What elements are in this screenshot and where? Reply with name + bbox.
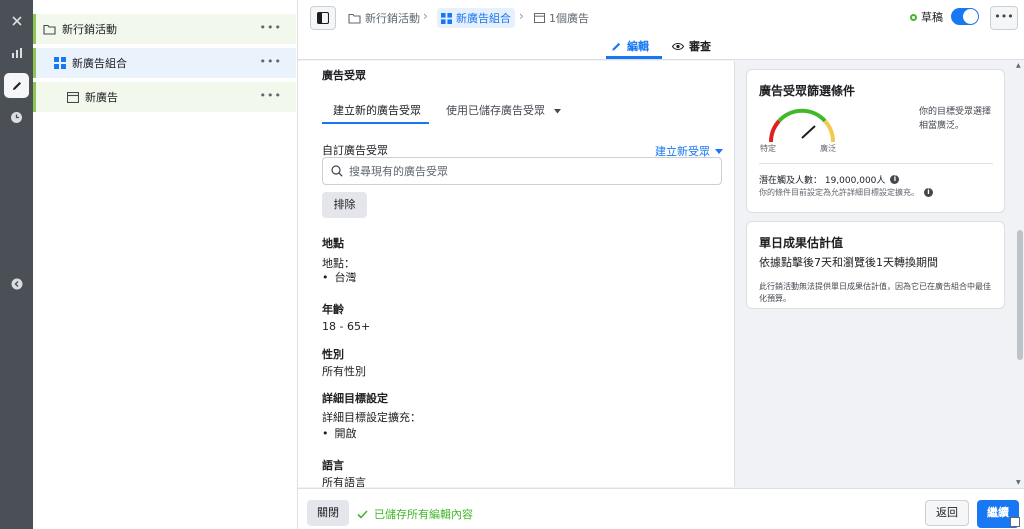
age-heading: 年齡 <box>322 303 344 316</box>
tab-edit[interactable]: 編輯 <box>611 38 649 54</box>
tree-item-campaign[interactable]: 新行銷活動 ••• <box>33 14 296 44</box>
potential-reach-text: 潛在觸及人數： 19,000,000人 <box>759 176 886 186</box>
collapse-chevron-icon[interactable] <box>4 271 29 296</box>
subtab-use-saved[interactable]: 使用已儲存廣告受眾 <box>446 102 561 118</box>
grid-icon <box>441 12 452 24</box>
tree-item-adset[interactable]: 新廣告組合 ••• <box>33 48 296 78</box>
panel-icon <box>317 12 329 24</box>
detailed-targeting-heading: 詳細目標設定 <box>322 392 388 405</box>
more-icon[interactable]: ••• <box>260 90 282 102</box>
reach-note-text: 你的條件目前設定為允許詳細目標設定擴充。 <box>759 188 919 197</box>
top-bar: 新行銷活動 › 新廣告組合 › 1個廣告 草稿 ••• 編輯 審查 <box>298 0 1024 60</box>
estimated-results-title: 單日成果估計值 <box>759 236 844 250</box>
gauge-broad-label: 廣泛 <box>820 144 836 153</box>
more-icon[interactable]: ••• <box>260 22 282 34</box>
ad-icon <box>67 91 79 103</box>
checkmark-icon <box>357 509 368 519</box>
estimated-results-description: 此行銷活動無法提供單日成果估計值，因為它已在廣告組合中最佳化預算。 <box>759 282 991 303</box>
gender-heading: 性別 <box>322 348 344 361</box>
section-title: 廣告受眾 <box>322 69 366 82</box>
breadcrumb-label: 新行銷活動 <box>365 12 420 25</box>
footer-bar: 關閉 已儲存所有編輯內容 返回 繼續 <box>298 488 1024 529</box>
caret-down-icon <box>715 148 723 154</box>
left-rail <box>0 0 33 529</box>
toggle-panel-button[interactable] <box>310 6 336 30</box>
audience-form: 廣告受眾 建立新的廣告受眾 使用已儲存廣告受眾 自訂廣告受眾 建立新受眾 排除 … <box>298 61 735 487</box>
save-status-text: 已儲存所有編輯內容 <box>374 508 473 521</box>
pencil-icon <box>612 42 621 51</box>
more-options-button[interactable]: ••• <box>990 6 1018 30</box>
audience-search-input[interactable] <box>349 164 709 178</box>
close-icon[interactable] <box>4 8 29 33</box>
tree-item-label: 新廣告 <box>85 91 118 104</box>
edit-pencil-icon[interactable] <box>4 73 29 98</box>
custom-audience-label: 自訂廣告受眾 <box>322 144 388 157</box>
potential-reach: 潛在觸及人數： 19,000,000人 i <box>759 173 900 186</box>
grid-icon <box>54 57 66 69</box>
tab-edit-label: 編輯 <box>627 40 649 53</box>
gender-value: 所有性別 <box>322 365 366 378</box>
info-icon[interactable]: i <box>890 175 900 184</box>
folder-icon <box>348 13 361 24</box>
help-chat-icon[interactable] <box>1010 517 1020 527</box>
audience-breadth-note: 你的目標受眾選擇相當廣泛。 <box>919 107 992 131</box>
tab-edit-underline <box>606 56 662 59</box>
scroll-up-icon[interactable]: ▲ <box>1016 62 1021 69</box>
close-button[interactable]: 關閉 <box>307 500 349 526</box>
subtab-underline <box>322 122 429 124</box>
back-button[interactable]: 返回 <box>925 500 969 526</box>
search-icon <box>331 165 343 177</box>
save-status: 已儲存所有編輯內容 <box>357 506 473 522</box>
breadcrumb-adset[interactable]: 新廣告組合 <box>437 8 515 28</box>
age-value: 18 - 65+ <box>322 320 371 333</box>
audience-gauge <box>768 108 836 143</box>
location-heading: 地點 <box>322 237 344 250</box>
divider <box>759 163 993 164</box>
chart-icon[interactable] <box>4 40 29 65</box>
info-icon[interactable]: i <box>924 188 933 197</box>
location-value: 台灣 <box>322 269 357 285</box>
scrollbar-thumb[interactable] <box>1017 230 1023 360</box>
audience-search[interactable] <box>322 157 722 185</box>
breadcrumb-separator: › <box>519 9 524 23</box>
detailed-targeting-value: 開啟 <box>322 425 357 441</box>
more-icon[interactable]: ••• <box>260 56 282 68</box>
breadcrumb-separator: › <box>423 9 428 23</box>
eye-icon <box>672 42 684 50</box>
detailed-targeting-sublabel: 詳細目標設定擴充： <box>322 411 421 424</box>
reach-note: 你的條件目前設定為允許詳細目標設定擴充。 i <box>759 187 933 198</box>
folder-icon <box>43 24 56 35</box>
tree-item-ad[interactable]: 新廣告 ••• <box>33 82 296 112</box>
language-value: 所有語言 <box>322 476 366 487</box>
tree-item-label: 新行銷活動 <box>62 23 117 36</box>
scroll-down-icon[interactable]: ▼ <box>1016 479 1021 486</box>
tree-item-label: 新廣告組合 <box>72 57 127 70</box>
breadcrumb-label: 1個廣告 <box>549 12 589 25</box>
estimated-results-card: 單日成果估計值 依據點擊後7天和瀏覽後1天轉換期間 此行銷活動無法提供單日成果估… <box>746 221 1005 309</box>
clock-icon[interactable] <box>4 105 29 130</box>
audience-definition-card: 廣告受眾篩選條件 特定 廣泛 你的目標受眾選擇相當廣泛。 潛在觸及人數： 19,… <box>746 69 1005 213</box>
breadcrumb-label: 新廣告組合 <box>456 12 511 25</box>
breadcrumb-campaign[interactable]: 新行銷活動 <box>348 8 420 28</box>
language-heading: 語言 <box>322 459 344 472</box>
exclude-button[interactable]: 排除 <box>322 192 367 218</box>
campaign-tree: 新行銷活動 ••• 新廣告組合 ••• 新廣告 ••• <box>33 0 298 529</box>
breadcrumb-ad[interactable]: 1個廣告 <box>534 8 589 28</box>
tab-review[interactable]: 審查 <box>672 38 711 54</box>
audience-definition-title: 廣告受眾篩選條件 <box>759 84 856 98</box>
draft-toggle[interactable] <box>951 8 979 25</box>
draft-label: 草稿 <box>921 11 943 24</box>
ad-icon <box>534 13 545 23</box>
estimated-results-subtitle: 依據點擊後7天和瀏覽後1天轉換期間 <box>759 256 938 269</box>
draft-status-dot <box>910 14 917 21</box>
caret-down-icon <box>553 109 561 114</box>
subtab-use-saved-label: 使用已儲存廣告受眾 <box>446 104 545 117</box>
tab-review-label: 審查 <box>689 40 711 53</box>
subtab-create-new[interactable]: 建立新的廣告受眾 <box>333 102 421 118</box>
gauge-specific-label: 特定 <box>760 144 776 153</box>
